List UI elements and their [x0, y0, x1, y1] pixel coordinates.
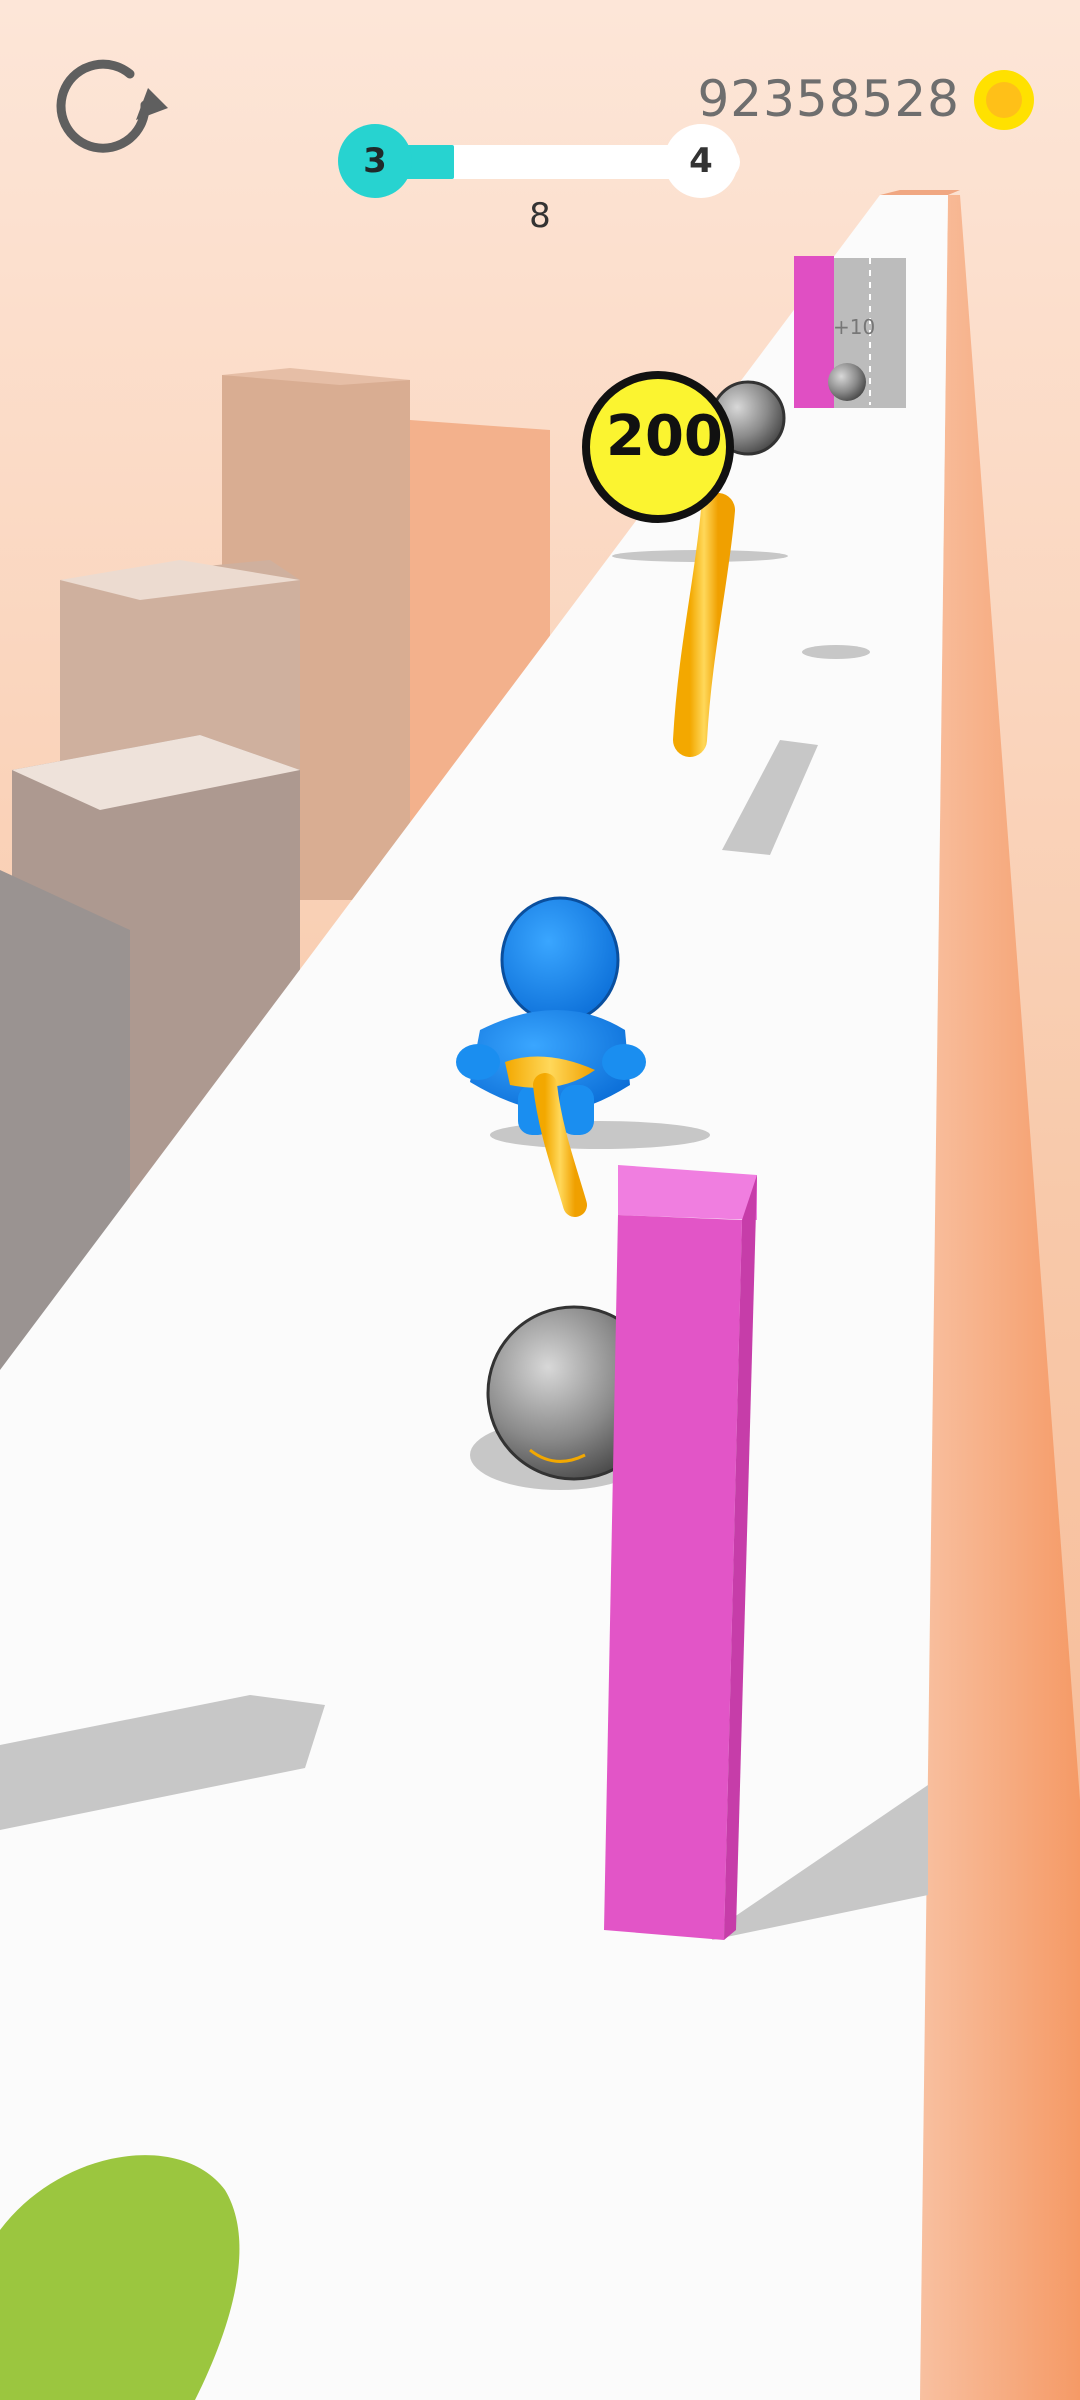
pink-wall [604, 1165, 757, 1940]
coin-count: 92358528 [697, 70, 960, 128]
game-scene [0, 0, 1080, 2400]
progress-count: 8 [529, 196, 551, 236]
gate-label: +10 [833, 315, 876, 339]
restart-button[interactable] [50, 50, 170, 170]
bonus-circle-value: 200 [606, 404, 723, 469]
coin-icon [974, 70, 1034, 130]
next-level-badge: 4 [664, 124, 738, 198]
current-level-badge: 3 [338, 124, 412, 198]
restart-icon [56, 59, 168, 153]
